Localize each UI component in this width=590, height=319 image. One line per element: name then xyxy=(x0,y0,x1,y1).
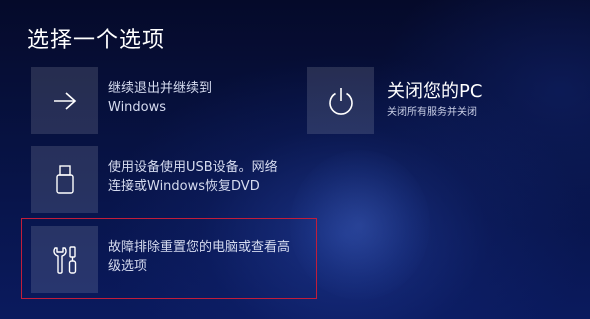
continue-icon-tile[interactable] xyxy=(31,67,98,134)
continue-option[interactable]: 继续退出并继续到Windows xyxy=(31,67,271,134)
shutdown-option[interactable]: 关闭您的PC 关闭所有服务并关闭 xyxy=(307,67,557,134)
arrow-right-icon xyxy=(52,90,78,112)
usb-drive-icon xyxy=(55,164,75,195)
shutdown-option-title: 关闭您的PC xyxy=(387,81,483,102)
power-icon xyxy=(327,86,355,116)
use-device-option-label: 使用设备使用USB设备。网络连接或Windows恢复DVD xyxy=(108,160,278,194)
selection-highlight xyxy=(21,218,317,299)
continue-option-label: 继续退出并继续到Windows xyxy=(108,81,213,115)
use-device-icon-tile[interactable] xyxy=(31,146,98,213)
shutdown-option-subtitle: 关闭所有服务并关闭 xyxy=(387,107,477,118)
shutdown-icon-tile[interactable] xyxy=(307,67,374,134)
use-device-option[interactable]: 使用设备使用USB设备。网络连接或Windows恢复DVD xyxy=(31,146,291,213)
page-title: 选择一个选项 xyxy=(27,28,166,53)
